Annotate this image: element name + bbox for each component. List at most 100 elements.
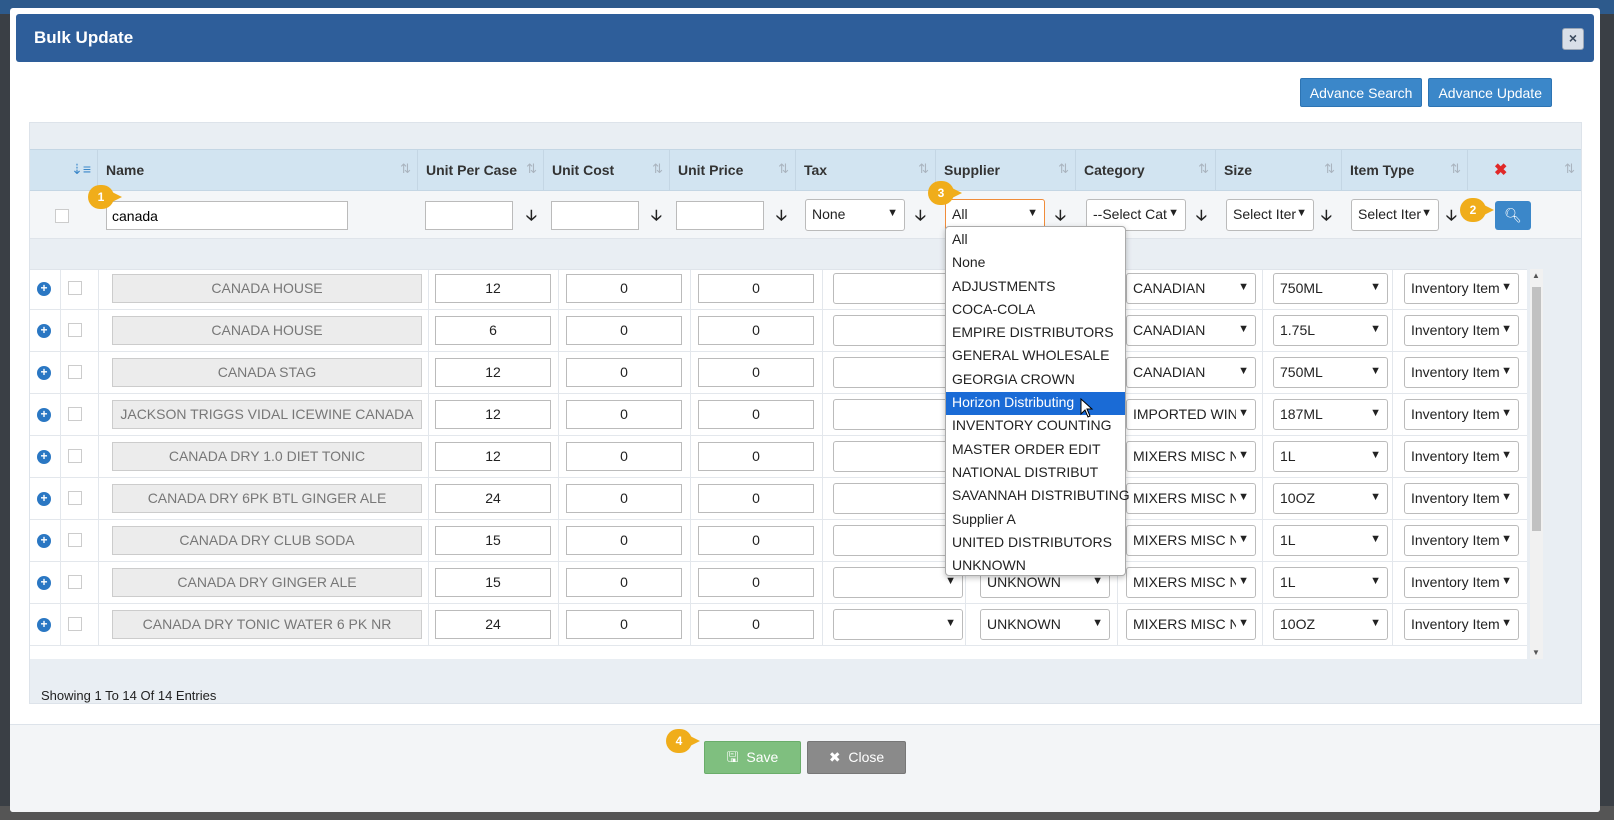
sort-icon[interactable]: ⇅ bbox=[1324, 161, 1335, 177]
sort-icon[interactable]: ⇅ bbox=[652, 161, 663, 177]
unit-cost-field[interactable]: 0 bbox=[566, 610, 682, 639]
row-checkbox[interactable] bbox=[68, 281, 82, 295]
item-name-field[interactable]: CANADA DRY GINGER ALE bbox=[112, 568, 422, 597]
tax-filter-select[interactable]: None ▼ bbox=[805, 199, 905, 231]
header-sort-cell[interactable]: ⇣≡ bbox=[30, 150, 98, 190]
unit-cost-field[interactable]: 0 bbox=[566, 442, 682, 471]
row-checkbox[interactable] bbox=[68, 407, 82, 421]
supplier-select[interactable]: UNKNOWN ▼ bbox=[980, 609, 1110, 640]
item-type-select[interactable]: Inventory Item ▼ bbox=[1404, 357, 1519, 388]
item-name-field[interactable]: CANADA STAG bbox=[112, 358, 422, 387]
unit-cost-field[interactable]: 0 bbox=[566, 568, 682, 597]
supplier-option[interactable]: NATIONAL DISTRIBUT bbox=[946, 462, 1125, 485]
item-type-select[interactable]: Inventory Item ▼ bbox=[1404, 609, 1519, 640]
row-checkbox[interactable] bbox=[68, 617, 82, 631]
item-type-select[interactable]: Inventory Item ▼ bbox=[1404, 273, 1519, 304]
row-checkbox[interactable] bbox=[68, 323, 82, 337]
header-category[interactable]: Category ⇅ bbox=[1076, 150, 1216, 190]
unit-cost-filter-input[interactable] bbox=[551, 201, 639, 230]
size-select[interactable]: 1L ▼ bbox=[1273, 567, 1388, 598]
apply-down-icon[interactable]: 🡣 bbox=[1196, 205, 1207, 230]
apply-down-icon[interactable]: 🡣 bbox=[776, 205, 787, 230]
unit-per-case-field[interactable]: 12 bbox=[435, 442, 551, 471]
supplier-option[interactable]: UNKNOWN bbox=[946, 555, 1125, 578]
size-select[interactable]: 10OZ ▼ bbox=[1273, 609, 1388, 640]
name-filter-input[interactable] bbox=[106, 201, 348, 230]
header-supplier[interactable]: Supplier ⇅ bbox=[936, 150, 1076, 190]
advance-update-button[interactable]: Advance Update bbox=[1428, 78, 1552, 107]
header-name[interactable]: Name ⇅ bbox=[98, 150, 418, 190]
sort-desc-icon[interactable]: ⇣≡ bbox=[71, 161, 91, 178]
scroll-up-icon[interactable]: ▲ bbox=[1532, 271, 1540, 280]
sort-icon[interactable]: ⇅ bbox=[526, 161, 537, 177]
sort-icon[interactable]: ⇅ bbox=[778, 161, 789, 177]
unit-cost-field[interactable]: 0 bbox=[566, 484, 682, 513]
size-select[interactable]: 187ML ▼ bbox=[1273, 399, 1388, 430]
category-select[interactable]: IMPORTED WIN ▼ bbox=[1126, 399, 1256, 430]
vertical-scrollbar[interactable]: ▲ ▼ bbox=[1530, 269, 1543, 659]
category-select[interactable]: MIXERS MISC N ▼ bbox=[1126, 441, 1256, 472]
expand-row-icon[interactable]: + bbox=[37, 492, 51, 506]
apply-down-icon[interactable]: 🡣 bbox=[1321, 205, 1332, 230]
header-size[interactable]: Size ⇅ bbox=[1216, 150, 1342, 190]
item-name-field[interactable]: CANADA HOUSE bbox=[112, 274, 422, 303]
supplier-option[interactable]: Horizon Distributing bbox=[946, 392, 1125, 416]
unit-price-field[interactable]: 0 bbox=[698, 568, 814, 597]
item-name-field[interactable]: CANADA DRY 6PK BTL GINGER ALE bbox=[112, 484, 422, 513]
unit-per-case-field[interactable]: 12 bbox=[435, 358, 551, 387]
supplier-option[interactable]: GENERAL WHOLESALE bbox=[946, 345, 1125, 368]
item-name-field[interactable]: JACKSON TRIGGS VIDAL ICEWINE CANADA bbox=[112, 400, 422, 429]
size-select[interactable]: 1L ▼ bbox=[1273, 525, 1388, 556]
row-checkbox[interactable] bbox=[68, 533, 82, 547]
supplier-dropdown-list[interactable]: All None ADJUSTMENTS COCA-COLA EMPIRE DISTRI… bbox=[945, 226, 1130, 578]
header-unit-cost[interactable]: Unit Cost ⇅ bbox=[544, 150, 670, 190]
item-name-field[interactable]: CANADA HOUSE bbox=[112, 316, 422, 345]
tax-select[interactable]: ▼ bbox=[833, 609, 963, 640]
sort-icon[interactable]: ⇅ bbox=[1450, 161, 1461, 177]
tax-select[interactable]: ▼ bbox=[833, 567, 963, 598]
unit-cost-field[interactable]: 0 bbox=[566, 526, 682, 555]
search-button[interactable]: 🔍︎ bbox=[1495, 201, 1531, 230]
item-type-select[interactable]: Inventory Item ▼ bbox=[1404, 441, 1519, 472]
size-filter-select[interactable]: Select Iter ▼ bbox=[1226, 199, 1314, 231]
category-select[interactable]: MIXERS MISC N ▼ bbox=[1126, 483, 1256, 514]
scroll-thumb[interactable] bbox=[1532, 287, 1541, 531]
category-select[interactable]: MIXERS MISC N ▼ bbox=[1126, 609, 1256, 640]
row-checkbox[interactable] bbox=[68, 449, 82, 463]
unit-cost-field[interactable]: 0 bbox=[566, 400, 682, 429]
save-button[interactable]: 🖫 Save bbox=[704, 741, 801, 774]
unit-price-field[interactable]: 0 bbox=[698, 484, 814, 513]
unit-price-field[interactable]: 0 bbox=[698, 526, 814, 555]
apply-down-icon[interactable]: 🡣 bbox=[915, 205, 926, 230]
select-all-checkbox[interactable] bbox=[55, 209, 69, 223]
expand-row-icon[interactable]: + bbox=[37, 618, 51, 632]
item-name-field[interactable]: CANADA DRY 1.0 DIET TONIC bbox=[112, 442, 422, 471]
header-unit-price[interactable]: Unit Price ⇅ bbox=[670, 150, 796, 190]
unit-per-case-field[interactable]: 15 bbox=[435, 526, 551, 555]
tax-select[interactable]: ▼ bbox=[833, 273, 963, 304]
supplier-option[interactable]: UNITED DISTRIBUTORS bbox=[946, 532, 1125, 555]
unit-price-filter-input[interactable] bbox=[676, 201, 764, 230]
expand-row-icon[interactable]: + bbox=[37, 534, 51, 548]
unit-per-case-field[interactable]: 6 bbox=[435, 316, 551, 345]
unit-cost-field[interactable]: 0 bbox=[566, 274, 682, 303]
supplier-option[interactable]: Supplier A bbox=[946, 509, 1125, 532]
apply-down-icon[interactable]: 🡣 bbox=[526, 205, 537, 230]
tax-select[interactable]: ▼ bbox=[833, 315, 963, 346]
unit-per-case-field[interactable]: 24 bbox=[435, 484, 551, 513]
tax-select[interactable]: ▼ bbox=[833, 441, 963, 472]
unit-price-field[interactable]: 0 bbox=[698, 400, 814, 429]
unit-per-case-field[interactable]: 15 bbox=[435, 568, 551, 597]
unit-price-field[interactable]: 0 bbox=[698, 358, 814, 387]
category-select[interactable]: MIXERS MISC N ▼ bbox=[1126, 525, 1256, 556]
sort-icon[interactable]: ⇅ bbox=[1198, 161, 1209, 177]
supplier-option[interactable]: INVENTORY COUNTING bbox=[946, 415, 1125, 438]
row-checkbox[interactable] bbox=[68, 365, 82, 379]
scroll-down-icon[interactable]: ▼ bbox=[1532, 648, 1540, 657]
item-name-field[interactable]: CANADA DRY TONIC WATER 6 PK NR bbox=[112, 610, 422, 639]
item-type-select[interactable]: Inventory Item ▼ bbox=[1404, 483, 1519, 514]
unit-per-case-field[interactable]: 12 bbox=[435, 274, 551, 303]
sort-icon[interactable]: ⇅ bbox=[1058, 161, 1069, 177]
apply-down-icon[interactable]: 🡣 bbox=[1446, 205, 1457, 230]
item-type-filter-select[interactable]: Select Iter ▼ bbox=[1351, 199, 1439, 231]
